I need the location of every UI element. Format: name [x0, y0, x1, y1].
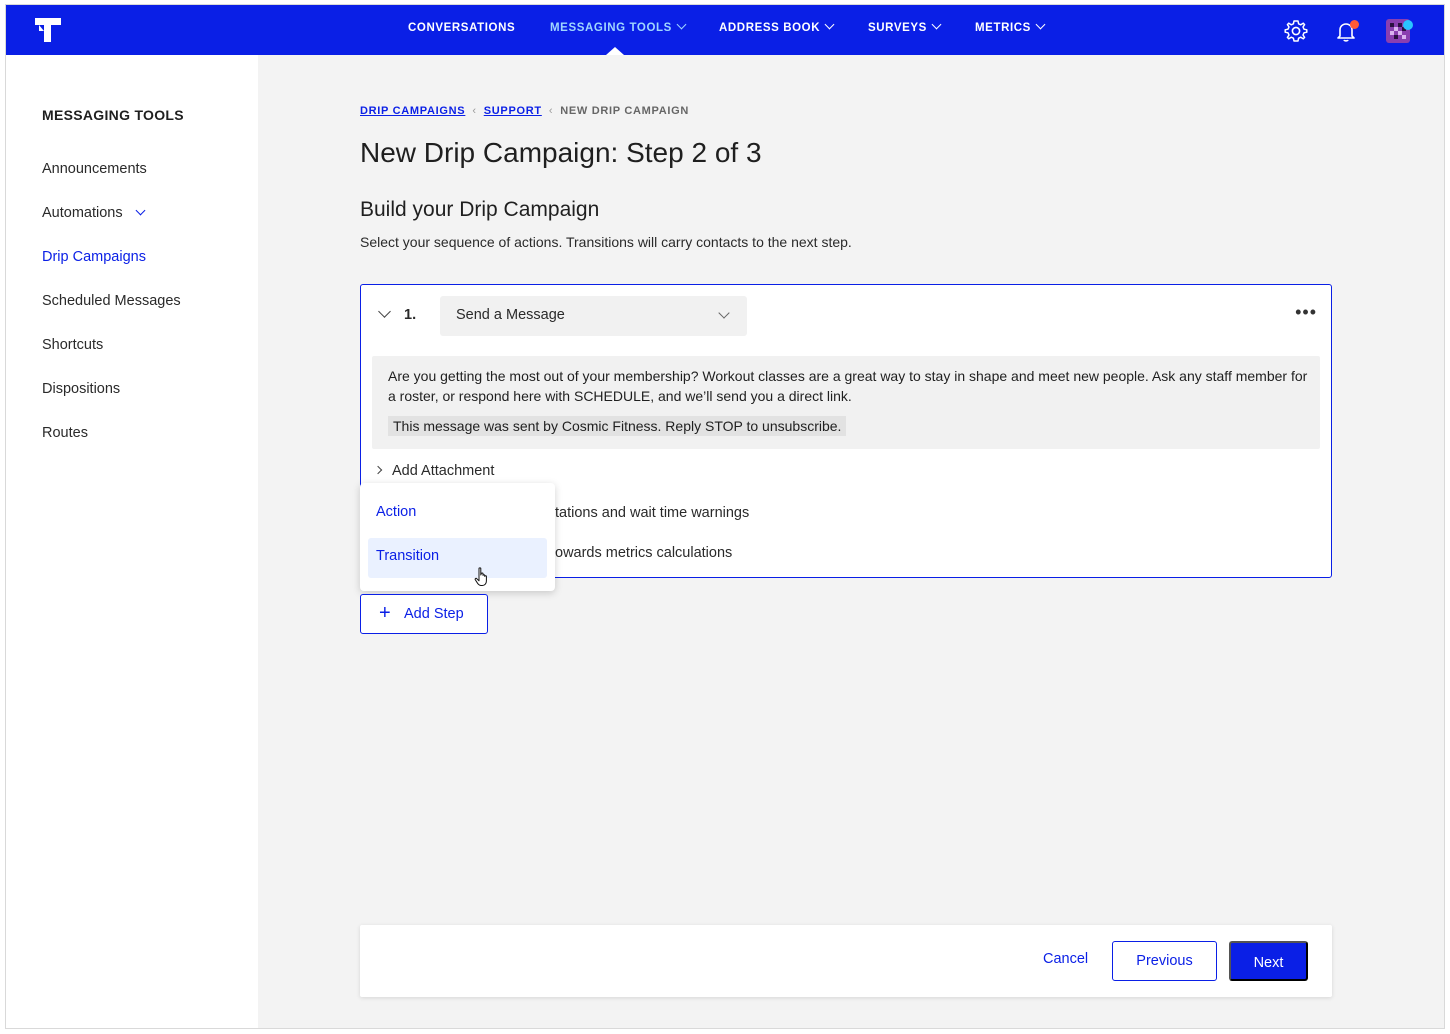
- sidebar-item-announcements[interactable]: Announcements: [42, 161, 147, 177]
- action-type-select[interactable]: Send a Message: [440, 296, 747, 336]
- sidebar-title: MESSAGING TOOLS: [42, 107, 184, 123]
- section-title: Build your Drip Campaign: [360, 198, 600, 221]
- nav-address-book[interactable]: ADDRESS BOOK: [719, 19, 835, 34]
- main-content: DRIP CAMPAIGNS ‹ SUPPORT ‹ NEW DRIP CAMPAIGN…: [258, 55, 1444, 1028]
- active-nav-indicator: [606, 47, 624, 55]
- sidebar-item-shortcuts[interactable]: Shortcuts: [42, 337, 103, 353]
- breadcrumb-drip-campaigns[interactable]: DRIP CAMPAIGNS: [360, 105, 465, 117]
- sidebar-item-dispositions[interactable]: Dispositions: [42, 381, 120, 397]
- hand-cursor-icon: [474, 567, 487, 586]
- option-metrics-calculations[interactable]: owards metrics calculations: [555, 545, 732, 561]
- nav-metrics[interactable]: METRICS: [975, 19, 1046, 34]
- app-logo[interactable]: [35, 18, 61, 42]
- status-dot: [1403, 20, 1413, 30]
- next-button[interactable]: Next: [1229, 941, 1308, 981]
- chevron-down-icon: [676, 19, 687, 30]
- add-attachment-toggle[interactable]: Add Attachment: [373, 463, 494, 479]
- menu-item-action[interactable]: Action: [368, 494, 547, 534]
- app-window: CONVERSATIONS MESSAGING TOOLS ADDRESS BO…: [5, 4, 1445, 1029]
- breadcrumb-separator-icon: ‹: [472, 105, 477, 117]
- compliance-footer-tag: This message was sent by Cosmic Fitness.…: [388, 416, 847, 436]
- nav-conversations[interactable]: CONVERSATIONS: [408, 22, 515, 34]
- collapse-chevron-icon[interactable]: [378, 305, 391, 318]
- gear-icon[interactable]: [1283, 18, 1309, 44]
- more-options-icon[interactable]: •••: [1295, 303, 1317, 321]
- breadcrumb-current: NEW DRIP CAMPAIGN: [560, 105, 690, 117]
- sidebar-item-routes[interactable]: Routes: [42, 425, 88, 441]
- top-navigation-bar: CONVERSATIONS MESSAGING TOOLS ADDRESS BO…: [6, 5, 1444, 55]
- nav-surveys[interactable]: SURVEYS: [868, 19, 942, 34]
- plus-icon: +: [379, 602, 391, 624]
- breadcrumb-separator-icon: ‹: [548, 105, 554, 117]
- chevron-down-icon: [1035, 19, 1046, 30]
- menu-item-transition[interactable]: Transition: [368, 538, 547, 578]
- option-wait-time-warnings[interactable]: tations and wait time warnings: [555, 505, 749, 521]
- chevron-down-icon[interactable]: [135, 205, 146, 216]
- action-type-value: Send a Message: [456, 307, 565, 323]
- chevron-down-icon: [931, 19, 942, 30]
- cancel-button[interactable]: Cancel: [1043, 951, 1088, 967]
- nav-messaging-tools[interactable]: MESSAGING TOOLS: [550, 19, 687, 34]
- message-text: Are you getting the most out of your mem…: [388, 368, 1308, 404]
- sidebar: MESSAGING TOOLS Announcements Automation…: [6, 55, 258, 1028]
- chevron-right-icon: [373, 465, 383, 475]
- breadcrumb-support[interactable]: SUPPORT: [484, 105, 542, 117]
- section-description: Select your sequence of actions. Transit…: [360, 234, 852, 250]
- page-title: New Drip Campaign: Step 2 of 3: [360, 137, 762, 168]
- breadcrumb: DRIP CAMPAIGNS ‹ SUPPORT ‹ NEW DRIP CAMPAIGN: [360, 105, 689, 117]
- step-number: 1.: [404, 307, 417, 323]
- notification-dot: [1350, 20, 1359, 29]
- add-step-menu: Action Transition: [360, 483, 555, 591]
- sidebar-item-scheduled-messages[interactable]: Scheduled Messages: [42, 293, 181, 309]
- previous-button[interactable]: Previous: [1112, 941, 1217, 981]
- chevron-down-icon: [718, 307, 730, 319]
- add-step-button[interactable]: + Add Step: [360, 594, 488, 634]
- sidebar-item-automations[interactable]: Automations: [42, 205, 146, 221]
- chevron-down-icon: [824, 19, 835, 30]
- sidebar-item-drip-campaigns[interactable]: Drip Campaigns: [42, 249, 146, 265]
- wizard-footer: Cancel Previous Next: [360, 925, 1332, 997]
- message-editor[interactable]: Are you getting the most out of your mem…: [372, 356, 1320, 449]
